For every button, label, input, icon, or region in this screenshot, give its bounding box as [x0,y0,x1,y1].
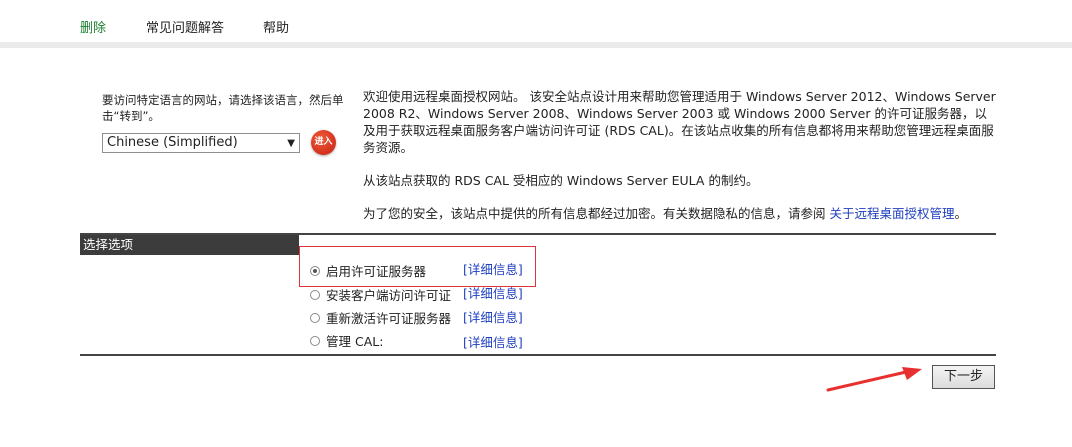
nav-faq[interactable]: 常见问题解答 [146,17,224,36]
intro-text: 欢迎使用远程桌面授权网站。 该安全站点设计用来帮助您管理适用于 Windows … [363,88,998,238]
language-select[interactable]: Chinese (Simplified) ▼ [102,133,300,153]
top-nav: 删除 常见问题解答 帮助 [0,0,1072,42]
intro-paragraph-eula: 从该站点获取的 RDS CAL 受相应的 Windows Server EULA… [363,173,759,188]
detail-link-install[interactable]: [详细信息] [463,285,523,303]
option-label: 管理 CAL: [326,334,384,349]
nav-divider [0,42,1072,48]
detail-link-enable[interactable]: [详细信息] [463,261,523,279]
annotation-arrow-icon [826,367,922,392]
option-label: 重新激活许可证服务器 [326,311,452,326]
privacy-text-end: 。 [954,206,968,221]
detail-link-reactivate[interactable]: [详细信息] [463,309,523,327]
radio-install-cal[interactable] [310,290,320,300]
nav-help[interactable]: 帮助 [263,17,289,36]
language-prompt: 要访问特定语言的网站，请选择该语言，然后单击“转到”。 [102,93,344,123]
options-header: 选择选项 [80,235,299,255]
options-bottom-divider [80,354,996,356]
intro-paragraph-welcome: 欢迎使用远程桌面授权网站。 该安全站点设计用来帮助您管理适用于 Windows … [363,89,996,155]
dropdown-arrow-icon: ▼ [287,138,295,149]
language-selected-value: Chinese (Simplified) [107,135,238,150]
detail-link-manage[interactable]: [详细信息] [463,334,523,352]
intro-paragraph-privacy: 为了您的安全，该站点中提供的所有信息都经过加密。有关数据隐私的信息，请参阅 关于… [363,205,998,222]
privacy-text: 为了您的安全，该站点中提供的所有信息都经过加密。有关数据隐私的信息，请参阅 [363,206,830,221]
option-label: 启用许可证服务器 [326,264,427,279]
radio-manage-cal[interactable] [310,336,320,346]
go-button[interactable]: 进入 [311,130,336,155]
option-label: 安装客户端访问许可证 [326,288,452,303]
privacy-link[interactable]: 关于远程桌面授权管理 [829,206,954,221]
nav-delete[interactable]: 删除 [80,17,106,36]
radio-enable-license-server[interactable] [310,266,320,276]
radio-reactivate[interactable] [310,313,320,323]
next-button[interactable]: 下一步 [932,365,995,389]
